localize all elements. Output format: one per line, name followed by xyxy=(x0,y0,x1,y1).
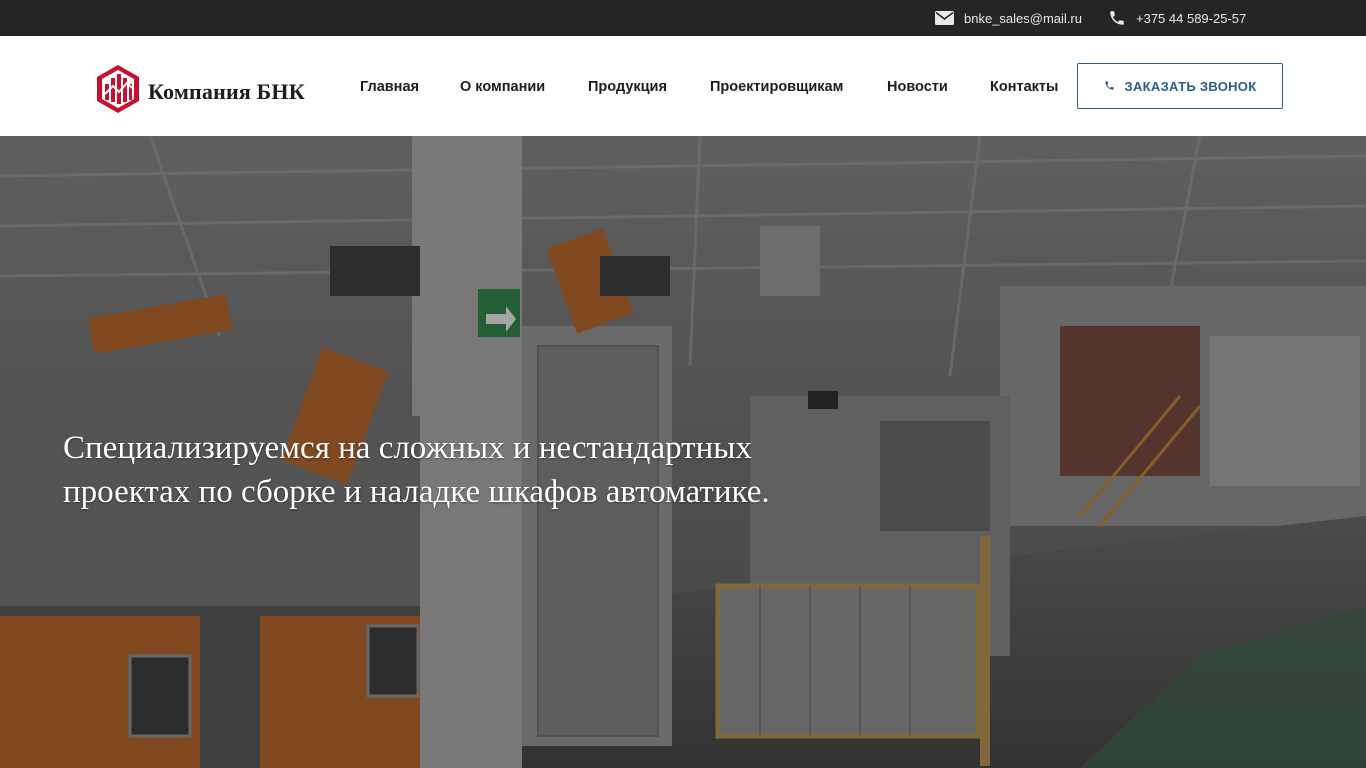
nav-item-designers[interactable]: Проектировщикам xyxy=(710,36,843,136)
company-logo-icon xyxy=(96,64,140,119)
nav-item-contacts[interactable]: Контакты xyxy=(990,36,1058,136)
nav-item-home[interactable]: Главная xyxy=(360,36,419,136)
logo-text: Компания БНК xyxy=(148,78,305,104)
email-link[interactable]: bnke_sales@mail.ru xyxy=(964,11,1082,26)
site-header: Компания БНК Главная О компании Продукци… xyxy=(0,36,1366,136)
hero-banner: Специализируемся на сложных и нестандарт… xyxy=(0,136,1366,768)
order-call-label: ЗАКАЗАТЬ ЗВОНОК xyxy=(1124,78,1257,94)
phone-icon xyxy=(1104,79,1115,94)
logo[interactable]: Компания БНК xyxy=(96,64,305,119)
top-contact-bar: bnke_sales@mail.ru +375 44 589-25-57 xyxy=(0,0,1366,36)
envelope-icon xyxy=(935,11,954,25)
phone-icon xyxy=(1108,9,1126,27)
phone-link[interactable]: +375 44 589-25-57 xyxy=(1136,11,1246,26)
phone-contact[interactable]: +375 44 589-25-57 xyxy=(1108,0,1246,36)
nav-item-news[interactable]: Новости xyxy=(887,36,948,136)
nav-item-products[interactable]: Продукция xyxy=(588,36,667,136)
nav-item-about[interactable]: О компании xyxy=(460,36,545,136)
hero-title: Специализируемся на сложных и нестандарт… xyxy=(63,430,770,510)
email-contact[interactable]: bnke_sales@mail.ru xyxy=(935,0,1082,36)
order-call-button[interactable]: ЗАКАЗАТЬ ЗВОНОК xyxy=(1077,63,1283,109)
